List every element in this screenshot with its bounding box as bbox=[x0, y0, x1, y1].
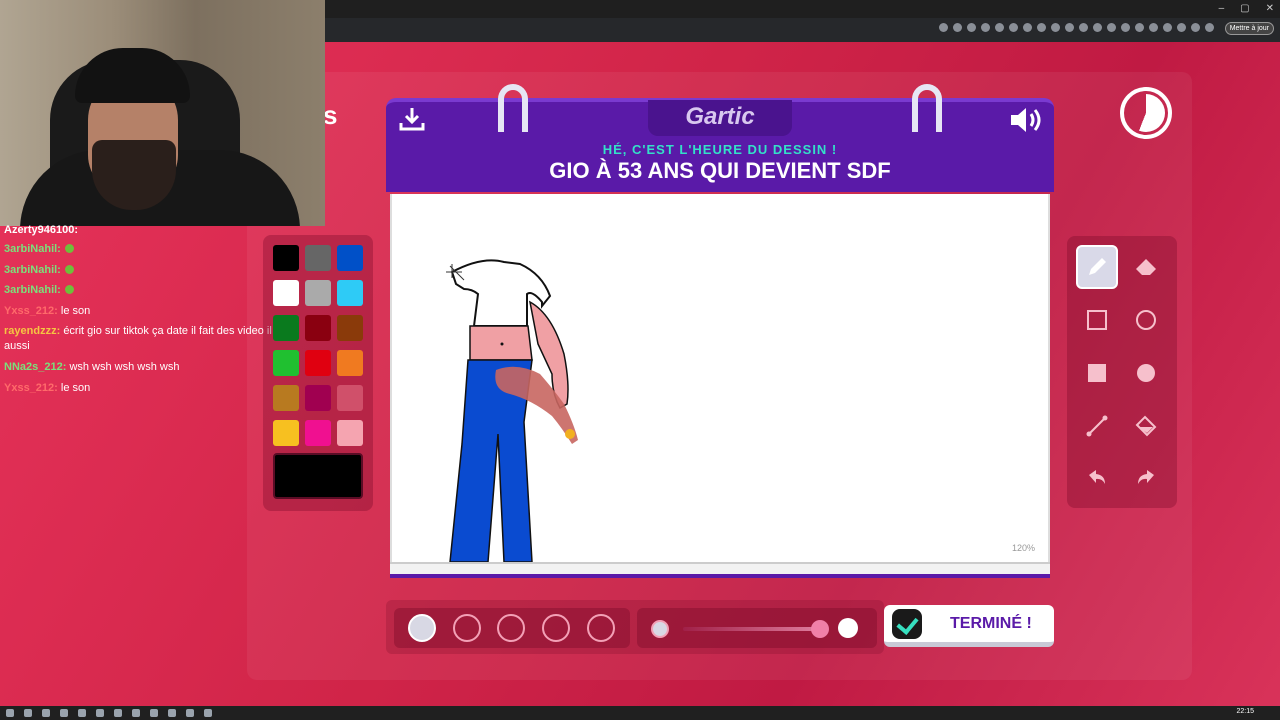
undo-icon bbox=[1089, 470, 1105, 484]
rect-outline-tool[interactable] bbox=[1076, 298, 1118, 342]
done-button[interactable]: TERMINÉ ! bbox=[884, 605, 1054, 647]
color-swatch[interactable] bbox=[337, 385, 363, 411]
color-palette bbox=[263, 235, 373, 511]
color-swatch[interactable] bbox=[305, 350, 331, 376]
tool-panel bbox=[1067, 236, 1177, 508]
emote-icon bbox=[64, 265, 74, 274]
brush-size-2[interactable] bbox=[453, 614, 481, 642]
window-controls: – ▢ ✕ bbox=[1219, 3, 1274, 14]
color-swatch[interactable] bbox=[337, 350, 363, 376]
color-swatch[interactable] bbox=[305, 420, 331, 446]
color-swatch[interactable] bbox=[273, 350, 299, 376]
color-swatch[interactable] bbox=[305, 385, 331, 411]
color-swatch[interactable] bbox=[273, 280, 299, 306]
circle-outline-tool[interactable] bbox=[1125, 298, 1167, 342]
canvas-footer bbox=[390, 562, 1050, 578]
close-button[interactable]: ✕ bbox=[1266, 3, 1274, 14]
undo-button[interactable] bbox=[1076, 457, 1118, 501]
color-swatch[interactable] bbox=[305, 245, 331, 271]
color-swatch[interactable] bbox=[305, 315, 331, 341]
opacity-track[interactable] bbox=[683, 627, 823, 631]
color-swatch[interactable] bbox=[337, 315, 363, 341]
brush-size-picker bbox=[394, 608, 630, 648]
color-swatch[interactable] bbox=[273, 315, 299, 341]
opacity-thumb[interactable] bbox=[811, 620, 829, 638]
clock: 22:15 bbox=[1236, 708, 1254, 715]
ring-decoration bbox=[912, 84, 942, 132]
fill-bucket-tool[interactable] bbox=[1125, 404, 1167, 448]
color-swatch[interactable] bbox=[337, 420, 363, 446]
maximize-button[interactable]: ▢ bbox=[1240, 3, 1249, 14]
extension-icons[interactable] bbox=[939, 23, 1214, 32]
game-header: Gartic HÉ, C'EST L'HEURE DU DESSIN ! GIO… bbox=[386, 98, 1054, 192]
webcam-overlay bbox=[0, 0, 325, 226]
color-swatch[interactable] bbox=[273, 385, 299, 411]
speaker-icon[interactable] bbox=[1008, 104, 1044, 136]
brush-size-5[interactable] bbox=[587, 614, 615, 642]
timer-icon bbox=[1120, 87, 1172, 139]
brush-size-1[interactable] bbox=[408, 614, 436, 642]
opacity-min-icon bbox=[651, 620, 669, 638]
drawing-canvas[interactable] bbox=[390, 194, 1050, 564]
drawing-theme: GIO À 53 ANS QUI DEVIENT SDF bbox=[549, 158, 891, 183]
pencil-icon bbox=[1089, 258, 1106, 275]
gartic-logo: Gartic bbox=[648, 100, 792, 136]
circle-fill-tool[interactable] bbox=[1125, 351, 1167, 395]
brush-size-3[interactable] bbox=[497, 614, 525, 642]
circle-outline-icon bbox=[1136, 310, 1156, 330]
taskbar-apps[interactable] bbox=[6, 709, 212, 717]
color-swatch[interactable] bbox=[305, 280, 331, 306]
os-taskbar: 22:15 bbox=[0, 706, 1280, 720]
ring-decoration bbox=[498, 84, 528, 132]
cut-off-logo: s bbox=[323, 100, 338, 130]
line-icon bbox=[1086, 415, 1108, 437]
rect-fill-icon bbox=[1088, 364, 1106, 382]
eraser-tool[interactable] bbox=[1125, 245, 1167, 289]
color-swatch[interactable] bbox=[337, 245, 363, 271]
opacity-max-icon bbox=[838, 618, 858, 638]
emote-icon bbox=[64, 244, 74, 253]
brush-size-4[interactable] bbox=[542, 614, 570, 642]
selected-color-preview[interactable] bbox=[273, 453, 363, 499]
redo-icon bbox=[1138, 470, 1154, 484]
line-tool[interactable] bbox=[1076, 404, 1118, 448]
title-bar: – ▢ ✕ bbox=[325, 0, 1280, 18]
download-icon[interactable] bbox=[398, 105, 426, 133]
redo-button[interactable] bbox=[1125, 457, 1167, 501]
pencil-tool[interactable] bbox=[1076, 245, 1118, 289]
zoom-level: 120% bbox=[1012, 543, 1036, 553]
emote-icon bbox=[64, 285, 74, 294]
color-swatch[interactable] bbox=[337, 280, 363, 306]
round-subtitle: HÉ, C'EST L'HEURE DU DESSIN ! bbox=[602, 142, 838, 157]
minimize-button[interactable]: – bbox=[1219, 3, 1225, 14]
rect-fill-tool[interactable] bbox=[1076, 351, 1118, 395]
color-swatch[interactable] bbox=[273, 245, 299, 271]
drawing-strokes bbox=[446, 259, 578, 563]
check-icon bbox=[892, 608, 922, 639]
fill-bucket-icon bbox=[1135, 415, 1157, 437]
opacity-slider[interactable] bbox=[637, 608, 877, 648]
eraser-icon bbox=[1136, 259, 1156, 275]
circle-fill-icon bbox=[1137, 364, 1155, 382]
browser-toolbar: Mettre à jour bbox=[325, 18, 1280, 42]
color-swatch[interactable] bbox=[273, 420, 299, 446]
rect-outline-icon bbox=[1087, 310, 1107, 330]
update-button[interactable]: Mettre à jour bbox=[1224, 22, 1274, 35]
